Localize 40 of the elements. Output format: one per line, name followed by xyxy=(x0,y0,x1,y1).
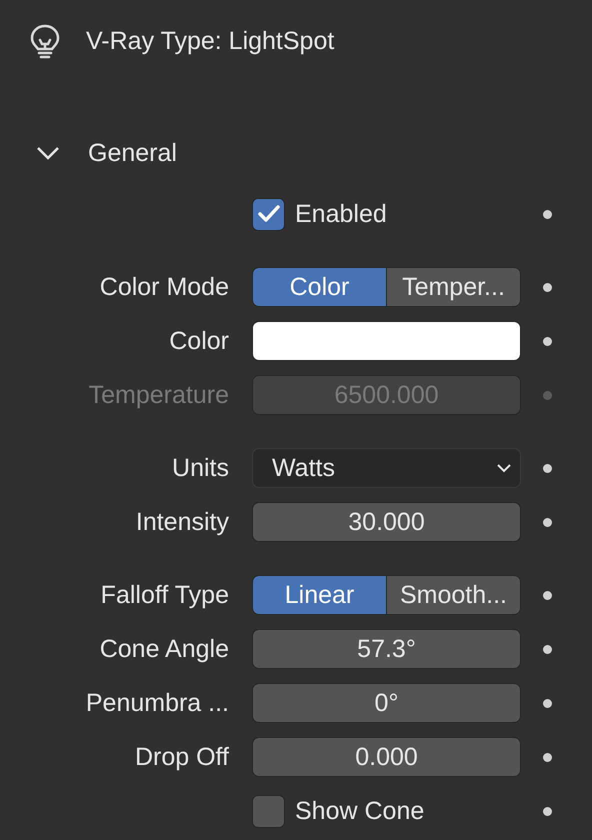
animate-dot-icon[interactable] xyxy=(543,282,552,292)
color-swatch[interactable] xyxy=(252,321,521,361)
animate-dot-icon[interactable] xyxy=(543,464,552,472)
field-label: Color Mode xyxy=(98,272,229,302)
field-label: Falloff Type xyxy=(100,580,229,610)
panel-title[interactable]: General xyxy=(88,138,177,168)
field-label: Units xyxy=(171,454,229,482)
check-icon xyxy=(258,205,280,223)
animate-dot-icon[interactable] xyxy=(543,644,552,654)
caret-icon xyxy=(496,463,512,473)
number-field[interactable]: 0° xyxy=(252,683,521,723)
field-label: Color xyxy=(168,326,229,356)
number-field[interactable]: 30.000 xyxy=(252,502,521,542)
animate-dot-icon[interactable] xyxy=(543,518,552,526)
field-label: Penumbra ... xyxy=(84,688,229,718)
chevron-icon[interactable] xyxy=(36,146,60,160)
animate-dot-icon[interactable] xyxy=(543,806,552,816)
option-button[interactable]: Smooth... xyxy=(386,576,520,614)
animate-dot-icon[interactable] xyxy=(543,336,552,346)
animate-dot-icon[interactable] xyxy=(543,752,552,762)
option-button[interactable]: Temper... xyxy=(386,268,520,306)
field-label: Temperature xyxy=(88,380,229,410)
field-label: Cone Angle xyxy=(98,634,229,664)
animate-dot-icon[interactable] xyxy=(543,390,552,400)
type-title: V-Ray Type: LightSpot xyxy=(86,26,334,56)
checkbox-label: Enabled xyxy=(295,200,387,228)
field-label: Intensity xyxy=(134,508,229,536)
checkbox[interactable] xyxy=(252,198,285,230)
field-label: Drop Off xyxy=(134,742,229,772)
animate-dot-icon[interactable] xyxy=(543,698,552,708)
animate-dot-icon[interactable] xyxy=(543,210,552,218)
number-field[interactable]: 0.000 xyxy=(252,737,521,777)
checkbox-label: Show Cone xyxy=(295,796,424,826)
checkbox[interactable] xyxy=(252,794,285,828)
animate-dot-icon[interactable] xyxy=(543,590,552,600)
option-button[interactable]: Color xyxy=(253,268,386,306)
light-bulb-icon xyxy=(28,23,62,59)
units-dropdown[interactable]: Watts xyxy=(252,448,521,488)
number-field[interactable]: 57.3° xyxy=(252,629,521,669)
option-button[interactable]: Linear xyxy=(253,576,386,614)
